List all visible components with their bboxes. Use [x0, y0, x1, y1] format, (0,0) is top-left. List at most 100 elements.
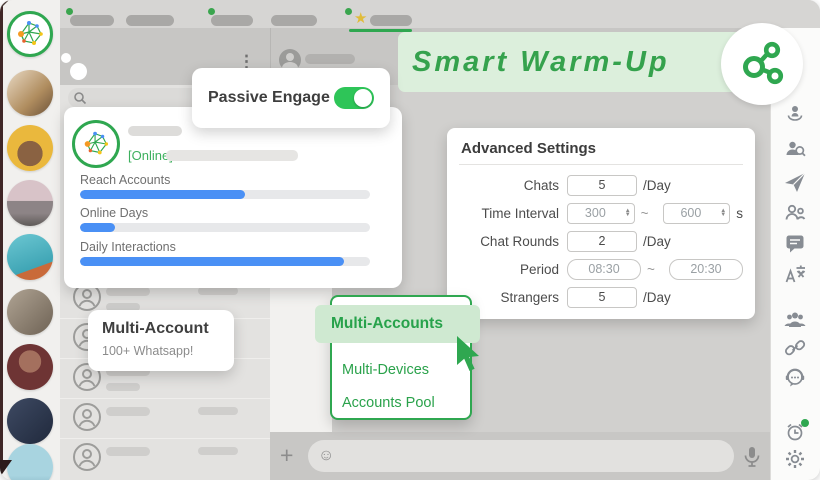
placeholder-bar: [166, 150, 298, 161]
metric-label: Online Days: [80, 206, 149, 220]
avatar-teal-tower[interactable]: [7, 234, 53, 280]
placeholder-bar: [106, 383, 140, 391]
metric-label: Reach Accounts: [80, 173, 171, 187]
mic-icon[interactable]: [742, 446, 762, 468]
avatar-dog[interactable]: [7, 125, 53, 171]
translate-icon[interactable]: [783, 262, 807, 286]
tab-placeholder[interactable]: [271, 15, 317, 26]
page-edge-tip: [0, 460, 12, 477]
setting-label: Period: [519, 261, 559, 277]
time-interval-max-input[interactable]: 600 ▲ ▼: [662, 202, 731, 224]
feature-banner: Smart Warm-Up: [398, 32, 756, 92]
spinner-icon[interactable]: ▲ ▼: [720, 208, 726, 218]
tooltip-subtitle: 100+ Whatsapp!: [102, 344, 194, 358]
message-input[interactable]: [308, 440, 734, 472]
advanced-settings-card: Advanced Settings Chats 5 /Day Time Inte…: [447, 128, 755, 319]
bubble-dot: [70, 63, 87, 80]
app-window: ★ ⋮ + ☺ Smart Warm-Up Passive Engage [On…: [0, 0, 820, 480]
placeholder-bar: [106, 287, 150, 296]
avatar-cats[interactable]: [7, 70, 53, 116]
tab-placeholder[interactable]: [70, 15, 114, 26]
placeholder-bar: [106, 447, 150, 456]
tab-placeholder[interactable]: [211, 15, 253, 26]
setting-row-period: Period 08:30 ~ 20:30: [459, 255, 743, 283]
avatar-woman[interactable]: [7, 344, 53, 390]
advanced-settings-title: Advanced Settings: [461, 140, 597, 157]
placeholder-bar: [106, 407, 150, 416]
chat-list-item[interactable]: [60, 438, 270, 478]
range-separator: ~: [640, 205, 649, 221]
tab-strip: [60, 0, 820, 28]
emoji-icon[interactable]: ☺: [318, 447, 334, 465]
progress-track: [80, 223, 370, 232]
placeholder-bar: [198, 407, 238, 415]
tab-status-dot: [345, 8, 352, 15]
setting-label: Chats: [523, 177, 559, 193]
menu-item-accounts-pool[interactable]: Accounts Pool: [342, 395, 435, 411]
tab-status-dot: [208, 8, 215, 15]
range-separator: ~: [647, 261, 655, 277]
divider: [459, 164, 743, 165]
timer-notification-dot: [801, 419, 809, 427]
setting-label: Chat Rounds: [480, 233, 559, 249]
setting-label: Time Interval: [481, 205, 559, 221]
setting-suffix: /Day: [643, 289, 671, 305]
setting-suffix: s: [736, 205, 743, 221]
progress-track: [80, 257, 370, 266]
star-icon: ★: [354, 10, 368, 27]
chat-icon[interactable]: [783, 231, 807, 255]
attach-plus-icon[interactable]: +: [280, 442, 293, 469]
network-logo-icon: [18, 21, 43, 45]
placeholder-bar: [198, 447, 238, 455]
tab-status-dot: [66, 8, 73, 15]
time-interval-min-input[interactable]: 300 ▲ ▼: [567, 202, 635, 224]
cursor-icon: [457, 336, 479, 371]
user-status-icon[interactable]: [783, 102, 807, 126]
brand-logo[interactable]: [7, 11, 53, 57]
progress-track: [80, 190, 370, 199]
banner-title: Smart Warm-Up: [412, 45, 670, 78]
tab-placeholder[interactable]: [126, 15, 174, 26]
placeholder-bar: [198, 287, 238, 295]
support-icon[interactable]: [783, 365, 807, 389]
share-network-icon: [743, 41, 784, 85]
tab-placeholder-active[interactable]: [370, 15, 412, 26]
avatar-man[interactable]: [7, 398, 53, 444]
share-badge: [721, 23, 803, 105]
multi-account-tooltip: Multi-Account 100+ Whatsapp!: [88, 310, 234, 371]
send-icon[interactable]: [783, 170, 807, 194]
period-end-input[interactable]: 20:30: [668, 258, 743, 280]
avatar-building[interactable]: [7, 180, 53, 226]
profile-logo-avatar: [72, 120, 120, 168]
menu-item-label: Multi-Accounts: [331, 315, 443, 332]
setting-row-chat-rounds: Chat Rounds 2 /Day: [459, 227, 743, 255]
spinner-icon[interactable]: ▲ ▼: [625, 208, 631, 218]
passive-engage-toggle[interactable]: [334, 87, 374, 109]
profile-card: [Online] Reach Accounts Online Days Dail…: [64, 107, 402, 288]
network-logo-icon: [84, 131, 109, 155]
contacts-icon[interactable]: [783, 201, 807, 225]
chat-list-item[interactable]: [60, 398, 270, 439]
progress-fill: [80, 223, 115, 232]
link-icon[interactable]: [783, 336, 807, 360]
setting-row-strangers: Strangers 5 /Day: [459, 283, 743, 311]
setting-suffix: /Day: [643, 233, 671, 249]
placeholder-bar: [128, 126, 182, 136]
tooltip-title: Multi-Account: [102, 320, 209, 337]
group-icon[interactable]: [783, 308, 807, 332]
setting-label: Strangers: [500, 289, 559, 305]
chat-rounds-input[interactable]: 2: [567, 230, 637, 252]
menu-item-multi-devices[interactable]: Multi-Devices: [342, 362, 429, 378]
settings-icon[interactable]: [783, 447, 807, 471]
avatar-cat2[interactable]: [7, 289, 53, 335]
contact-avatar-icon: [73, 443, 101, 471]
user-search-icon[interactable]: [783, 137, 807, 161]
setting-suffix: /Day: [643, 177, 671, 193]
toggle-knob: [354, 89, 372, 107]
placeholder-bar: [305, 54, 355, 64]
passive-engage-label: Passive Engage: [208, 89, 330, 106]
chats-input[interactable]: 5: [567, 174, 637, 196]
strangers-input[interactable]: 5: [567, 286, 637, 308]
bubble-dot: [61, 53, 71, 63]
period-start-input[interactable]: 08:30: [567, 258, 642, 280]
